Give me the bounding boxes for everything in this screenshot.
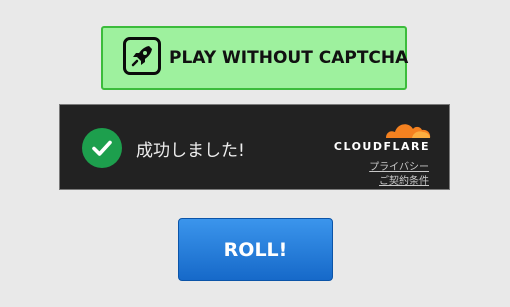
roll-button[interactable]: ROLL! — [178, 218, 333, 281]
cloudflare-logo-text: CLOUDFLARE — [333, 140, 430, 153]
rocket-icon — [123, 37, 161, 75]
play-without-captcha-label: PLAY WITHOUT CAPTCHA — [169, 48, 409, 68]
play-without-captcha-button[interactable]: PLAY WITHOUT CAPTCHA — [101, 26, 409, 90]
captcha-success-text: 成功しました! — [136, 141, 245, 161]
roll-button-label: ROLL! — [223, 238, 288, 261]
checkmark-icon — [82, 128, 122, 168]
cloudflare-captcha-widget: 成功しました! CLOUDFLARE プライバシー ご契約条件 — [59, 104, 450, 190]
terms-link[interactable]: ご契約条件 — [379, 172, 429, 187]
privacy-link[interactable]: プライバシー — [369, 158, 429, 173]
